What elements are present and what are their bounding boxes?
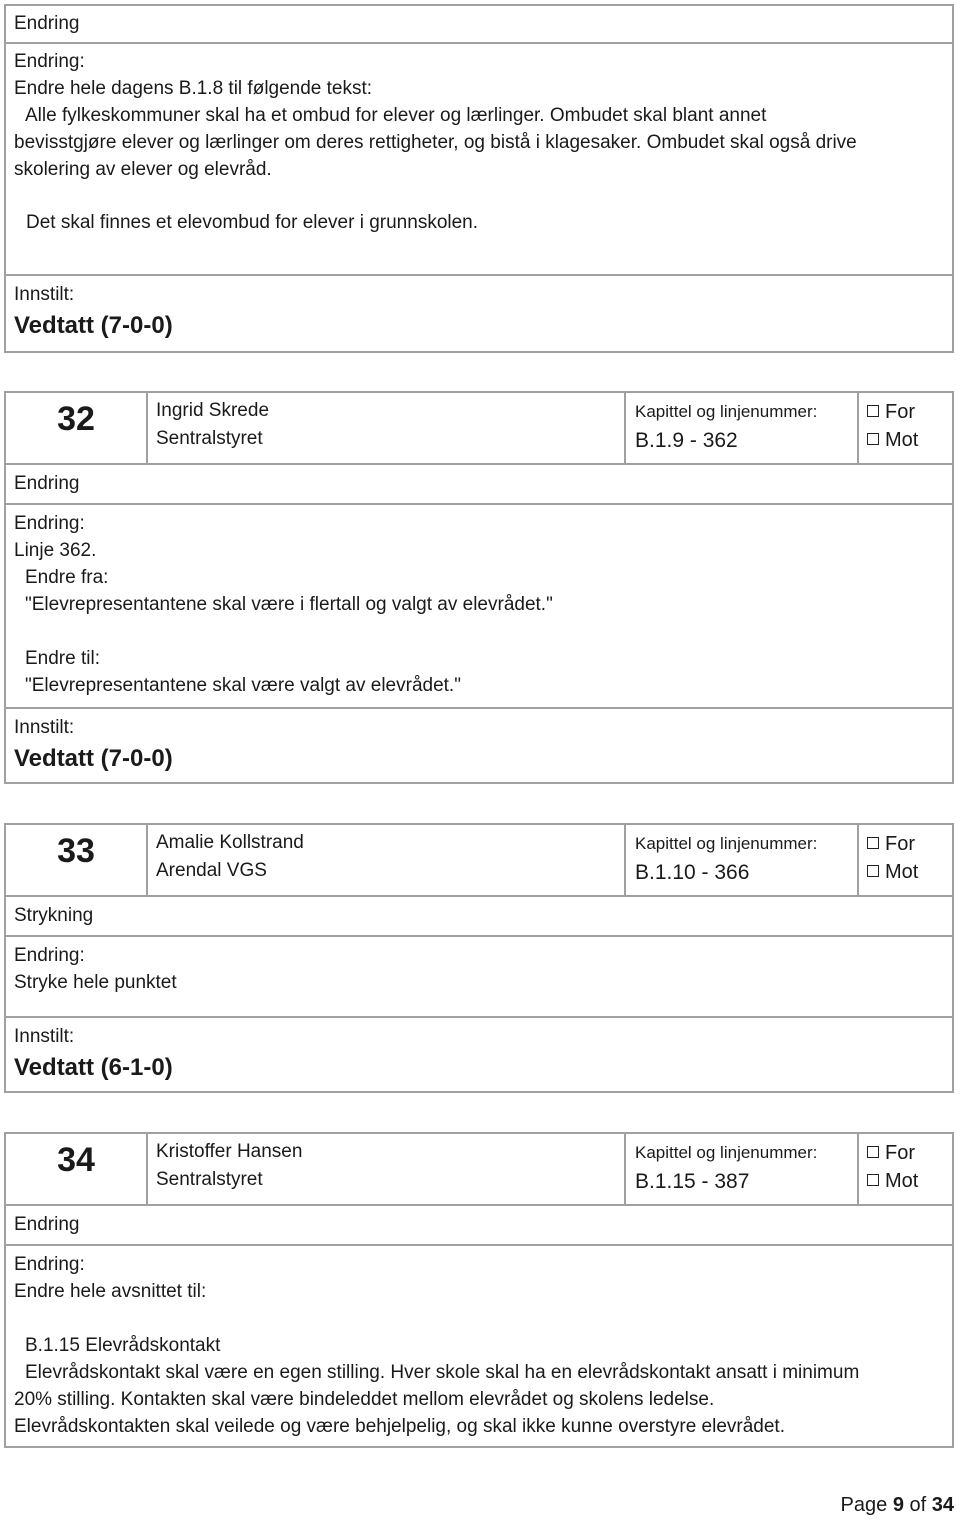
chapter-cell: Kapittel og linjenummer: B.1.10 - 366 [626, 825, 859, 895]
proposer-name: Kristoffer Hansen [156, 1141, 303, 1162]
chapter-value: B.1.9 - 362 [635, 429, 738, 452]
recommendation-label: Innstilt: [14, 284, 75, 305]
vote-against-option[interactable]: Mot [867, 858, 952, 886]
proposal-block-32: 32 Ingrid Skrede Sentralstyret Kapittel … [4, 391, 954, 784]
change-line: Endre til: [25, 648, 100, 669]
recommendation-value: Vedtatt (7-0-0) [14, 745, 173, 772]
vote-for-option[interactable]: For [867, 398, 952, 426]
change-line: Alle fylkeskommuner skal ha et ombud for… [25, 105, 767, 126]
proposal-header: 32 Ingrid Skrede Sentralstyret Kapittel … [6, 393, 952, 465]
vote-for-label: For [885, 1142, 915, 1164]
change-line: Endre fra: [25, 567, 109, 588]
proposal-header: 34 Kristoffer Hansen Sentralstyret Kapit… [6, 1134, 952, 1206]
proposal-type: Strykning [14, 905, 94, 926]
recommendation-label: Innstilt: [14, 1026, 75, 1047]
chapter-label: Kapittel og linjenummer: [635, 834, 818, 853]
proposal-type: Endring [14, 473, 80, 494]
proposer: Kristoffer Hansen Sentralstyret [148, 1134, 626, 1204]
change-line: Endre hele dagens B.1.8 til følgende tek… [14, 78, 373, 99]
change-line: "Elevrepresentantene skal være valgt av … [25, 675, 461, 696]
proposer: Ingrid Skrede Sentralstyret [148, 393, 626, 463]
checkbox-icon[interactable] [867, 865, 879, 877]
change-label: Endring: [14, 945, 85, 966]
total-pages: 34 [931, 1494, 954, 1516]
change-line: B.1.15 Elevrådskontakt [25, 1335, 221, 1356]
change-row: Endring: Endre hele avsnittet til: B.1.1… [6, 1246, 952, 1440]
vote-against-label: Mot [885, 429, 919, 451]
change-line: 20% stilling. Kontakten skal være bindel… [14, 1389, 715, 1410]
vote-cell: For Mot [859, 393, 952, 463]
proposer-organization: Arendal VGS [156, 860, 267, 881]
change-line: "Elevrepresentantene skal være i flertal… [25, 594, 553, 615]
chapter-cell: Kapittel og linjenummer: B.1.9 - 362 [626, 393, 859, 463]
proposal-number: 33 [6, 825, 148, 895]
change-line: Linje 362. [14, 540, 97, 561]
change-row: Endring: Endre hele dagens B.1.8 til føl… [6, 44, 952, 276]
vote-for-label: For [885, 833, 915, 855]
vote-against-label: Mot [885, 1170, 919, 1192]
page-number: Page 9 of 34 [841, 1494, 954, 1517]
proposal-number: 32 [6, 393, 148, 463]
change-line: Stryke hele punktet [14, 972, 177, 993]
checkbox-icon[interactable] [867, 1146, 879, 1158]
proposer-name: Amalie Kollstrand [156, 832, 304, 853]
proposal-number: 34 [6, 1134, 148, 1204]
type-row: Endring [6, 465, 952, 505]
proposal-block-34: 34 Kristoffer Hansen Sentralstyret Kapit… [4, 1132, 954, 1448]
checkbox-icon[interactable] [867, 1174, 879, 1186]
vote-for-label: For [885, 401, 915, 423]
proposer-organization: Sentralstyret [156, 1169, 263, 1190]
change-label: Endring: [14, 513, 85, 534]
change-line: bevisstgjøre elever og lærlinger om dere… [14, 132, 857, 153]
proposer-name: Ingrid Skrede [156, 400, 270, 421]
change-line: Det skal finnes et elevombud for elever … [26, 212, 479, 233]
proposal-header: 33 Amalie Kollstrand Arendal VGS Kapitte… [6, 825, 952, 897]
proposer-organization: Sentralstyret [156, 428, 263, 449]
chapter-label: Kapittel og linjenummer: [635, 1143, 818, 1162]
chapter-cell: Kapittel og linjenummer: B.1.15 - 387 [626, 1134, 859, 1204]
change-line [14, 618, 952, 645]
type-row: Endring [6, 6, 952, 44]
change-line [14, 1305, 952, 1332]
proposal-block-continued: Endring Endring: Endre hele dagens B.1.8… [4, 4, 954, 353]
vote-against-option[interactable]: Mot [867, 426, 952, 454]
change-line: Elevrådskontakt skal være en egen stilli… [25, 1362, 860, 1383]
page-label: Page [840, 1494, 888, 1516]
chapter-value: B.1.15 - 387 [635, 1170, 750, 1193]
vote-against-label: Mot [885, 861, 919, 883]
proposal-type: Endring [14, 1214, 80, 1235]
change-line: Endre hele avsnittet til: [14, 1281, 207, 1302]
change-label: Endring: [14, 1254, 85, 1275]
type-row: Strykning [6, 897, 952, 937]
of-label: of [909, 1494, 927, 1516]
proposer: Amalie Kollstrand Arendal VGS [148, 825, 626, 895]
type-row: Endring [6, 1206, 952, 1246]
vote-cell: For Mot [859, 1134, 952, 1204]
recommendation-row: Innstilt: Vedtatt (6-1-0) [6, 1018, 952, 1086]
change-line: skolering av elever og elevråd. [14, 159, 272, 180]
vote-for-option[interactable]: For [867, 830, 952, 858]
checkbox-icon[interactable] [867, 433, 879, 445]
change-line: Elevrådskontakten skal veilede og være b… [14, 1416, 785, 1437]
change-line [14, 183, 952, 210]
recommendation-label: Innstilt: [14, 717, 75, 738]
recommendation-value: Vedtatt (6-1-0) [14, 1054, 173, 1081]
chapter-value: B.1.10 - 366 [635, 861, 750, 884]
recommendation-row: Innstilt: Vedtatt (7-0-0) [6, 276, 952, 344]
change-label: Endring: [14, 51, 85, 72]
checkbox-icon[interactable] [867, 837, 879, 849]
vote-cell: For Mot [859, 825, 952, 895]
change-row: Endring: Linje 362. Endre fra: "Elevrepr… [6, 505, 952, 709]
proposal-block-33: 33 Amalie Kollstrand Arendal VGS Kapitte… [4, 823, 954, 1093]
recommendation-value: Vedtatt (7-0-0) [14, 312, 173, 339]
current-page: 9 [892, 1494, 904, 1516]
change-row: Endring: Stryke hele punktet [6, 937, 952, 1018]
proposal-type: Endring [14, 13, 80, 34]
chapter-label: Kapittel og linjenummer: [635, 402, 818, 421]
vote-against-option[interactable]: Mot [867, 1167, 952, 1195]
recommendation-row: Innstilt: Vedtatt (7-0-0) [6, 709, 952, 777]
checkbox-icon[interactable] [867, 405, 879, 417]
vote-for-option[interactable]: For [867, 1139, 952, 1167]
